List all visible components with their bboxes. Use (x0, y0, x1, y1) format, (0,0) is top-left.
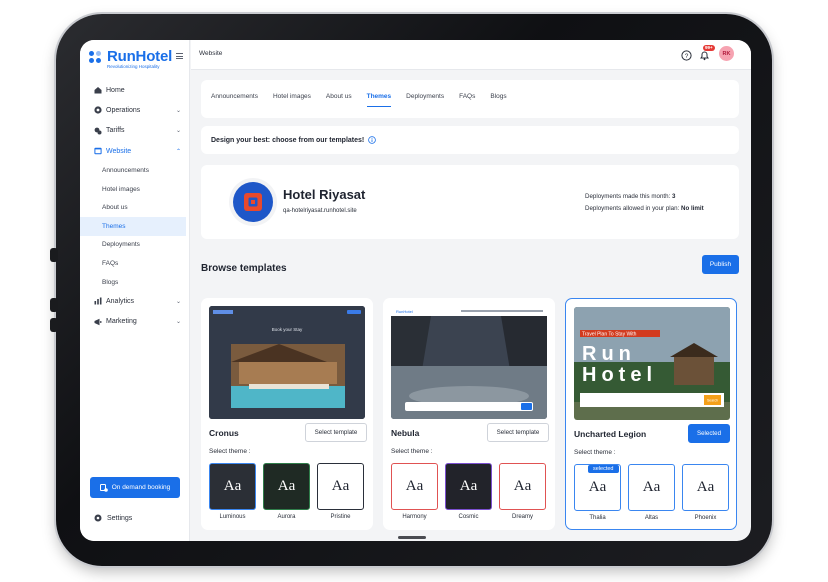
home-indicator (398, 536, 426, 539)
theme-swatch-aurora[interactable]: Aa (263, 463, 310, 510)
tabs-card-main: Announcements Hotel images About us Them… (201, 80, 739, 118)
deployments-month-value: 3 (672, 193, 676, 200)
hotel-url[interactable]: qa-hotelriyasat.runhotel.site (283, 208, 357, 214)
tab-bar-main: Announcements Hotel images About us Them… (211, 93, 522, 107)
theme-name: Cosmic (458, 514, 479, 520)
tab-announcements[interactable]: Announcements (211, 93, 258, 106)
deployments-month-label: Deployments made this month: (585, 193, 671, 200)
theme-swatch-phoenix[interactable]: Aa (682, 464, 729, 511)
theme-swatch-pristine[interactable]: Aa (317, 463, 364, 510)
uncharted-cta: Search (707, 399, 718, 403)
select-theme-label: Select theme : (574, 449, 616, 456)
theme-name: Thalia (589, 515, 606, 521)
hotel-emblem-icon (244, 193, 262, 211)
select-template-button[interactable]: Select template (487, 423, 549, 442)
theme-swatch-dreamy[interactable]: Aa (499, 463, 546, 510)
info-icon[interactable] (368, 136, 377, 144)
template-name: Nebula (391, 428, 420, 438)
template-card-uncharted-legion: Travel Plan To Stay With Run Hotel Searc… (565, 298, 737, 530)
theme-swatch-luminous[interactable]: Aa (209, 463, 256, 510)
tab-deployments[interactable]: Deployments (406, 93, 444, 106)
uncharted-big-1: Run (582, 343, 636, 365)
deployments-allowed-value: No limit (680, 205, 704, 212)
template-preview-cronus[interactable]: Book your Stay (209, 306, 365, 419)
theme-name: Luminous (219, 514, 246, 520)
nebula-logo: RunHotel (396, 309, 413, 314)
template-preview-uncharted-legion[interactable]: Travel Plan To Stay With Run Hotel Searc… (574, 307, 730, 420)
design-prompt-card: Design your best: choose from our templa… (201, 126, 739, 154)
volume-button (50, 318, 58, 332)
tab-blogs[interactable]: Blogs (490, 93, 506, 106)
selected-template-button[interactable]: Selected (688, 424, 730, 443)
hotel-info-card: Hotel Riyasat qa-hotelriyasat.runhotel.s… (201, 165, 739, 239)
hotel-name: Hotel Riyasat (283, 187, 366, 202)
tab-hotel-images[interactable]: Hotel images (273, 93, 311, 106)
volume-button (50, 248, 58, 262)
theme-swatch-harmony[interactable]: Aa (391, 463, 438, 510)
theme-name: Harmony (402, 514, 427, 520)
template-preview-nebula[interactable]: RunHotel (391, 306, 547, 419)
template-card-cronus: Book your Stay Cronus Select template Se… (201, 298, 373, 530)
hotel-logo (229, 178, 277, 226)
theme-swatch-cosmic[interactable]: Aa (445, 463, 492, 510)
theme-name: Pristine (330, 514, 351, 520)
template-card-nebula: RunHotel Nebula Select template Select t… (383, 298, 555, 530)
theme-name: Aurora (277, 514, 296, 520)
uncharted-big-2: Hotel (582, 364, 657, 386)
design-prompt-text: Design your best: choose from our templa… (211, 136, 365, 144)
deployments-allowed: Deployments allowed in your plan: No lim… (585, 205, 704, 212)
publish-button[interactable]: Publish (702, 255, 739, 274)
uncharted-banner: Travel Plan To Stay With (582, 332, 637, 338)
theme-name: Phoenix (694, 515, 717, 521)
content-layer: Announcements Hotel images About us Them… (80, 40, 751, 541)
tab-about-us[interactable]: About us (326, 93, 352, 106)
theme-name: Altas (644, 515, 659, 521)
cronus-headline: Book your Stay (272, 327, 303, 332)
tab-faqs[interactable]: FAQs (459, 93, 475, 106)
select-theme-label: Select theme : (391, 448, 433, 455)
template-name: Cronus (209, 428, 239, 438)
volume-button (50, 298, 58, 312)
deployments-month: Deployments made this month: 3 (585, 193, 675, 200)
selected-theme-badge: selected (588, 465, 619, 473)
select-theme-label: Select theme : (209, 448, 251, 455)
browse-templates-title: Browse templates (201, 263, 287, 274)
theme-swatch-altas[interactable]: Aa (628, 464, 675, 511)
deployments-allowed-label: Deployments allowed in your plan: (585, 205, 680, 212)
template-name: Uncharted Legion (574, 429, 647, 439)
theme-name: Dreamy (511, 514, 533, 520)
tab-themes[interactable]: Themes (366, 93, 391, 107)
select-template-button[interactable]: Select template (305, 423, 367, 442)
